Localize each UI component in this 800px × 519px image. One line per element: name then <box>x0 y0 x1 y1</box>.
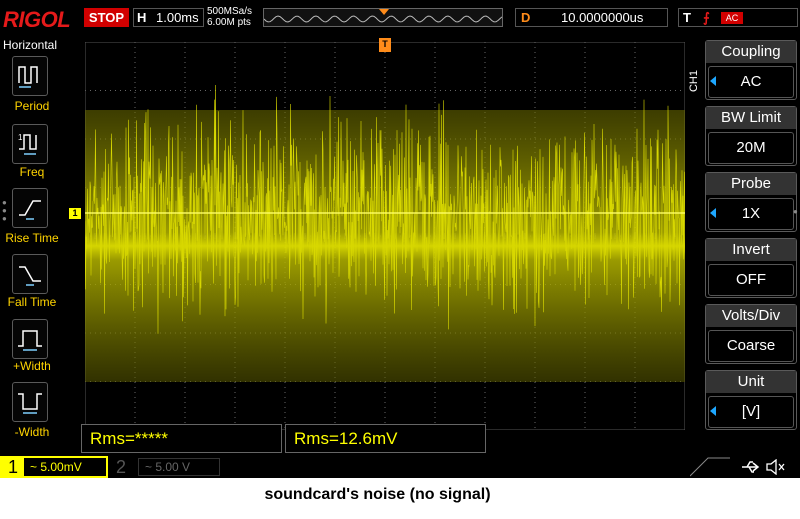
negative-width-icon <box>18 393 42 414</box>
probe-title: Probe <box>706 173 796 195</box>
coupling-menu[interactable]: Coupling AC <box>705 40 797 100</box>
rise-time-icon <box>19 200 41 220</box>
coupling-title: Coupling <box>706 41 796 63</box>
timebase-display[interactable]: H 1.00ms <box>133 8 204 27</box>
trigger-coupling-badge: AC <box>721 12 743 24</box>
delay-label: D <box>521 10 531 25</box>
measurement-rms-2[interactable]: Rms=12.6mV <box>285 424 486 453</box>
ch1-scale: ~ 5.00mV <box>24 458 106 476</box>
memory-depth: 6.00M pts <box>207 17 251 28</box>
period-icon <box>18 66 38 88</box>
speaker-icon[interactable] <box>765 459 787 475</box>
horizontal-measure-menu: Horizontal Period 1 Freq Rise Time Fall … <box>0 36 60 456</box>
sample-rate: 500MSa/s <box>207 6 253 17</box>
invert-title: Invert <box>706 239 796 261</box>
waveform-grid <box>85 42 685 430</box>
horizontal-label: H <box>137 10 147 25</box>
svg-text:1: 1 <box>18 133 23 142</box>
memory-waveform-preview <box>264 9 502 23</box>
unit-arrow-icon <box>710 406 716 416</box>
ch1-offset-marker[interactable]: 1 <box>69 208 81 219</box>
memory-overview-bar <box>263 8 503 27</box>
trigger-display[interactable]: T ⨍ AC <box>678 8 798 27</box>
coupling-value: AC <box>708 66 794 98</box>
invert-value: OFF <box>708 264 794 296</box>
negative-width-button[interactable] <box>12 382 48 422</box>
fall-time-button[interactable] <box>12 254 48 294</box>
rise-time-button[interactable] <box>12 188 48 228</box>
brand-logo: RIGOL <box>3 7 71 32</box>
volts-div-title: Volts/Div <box>706 305 796 327</box>
left-scroll-indicator: ● ● ● <box>2 198 7 223</box>
positive-width-icon <box>18 330 42 351</box>
volts-div-value: Coarse <box>708 330 794 362</box>
timebase-value: 1.00ms <box>156 10 199 25</box>
period-label: Period <box>14 99 50 113</box>
freq-label: Freq <box>19 165 45 179</box>
positive-width-button[interactable] <box>12 319 48 359</box>
bw-limit-menu[interactable]: BW Limit 20M <box>705 106 797 166</box>
fall-time-icon <box>19 266 41 286</box>
probe-value: 1X <box>708 198 794 230</box>
oscilloscope-screen: RIGOL STOP H 1.00ms 500MSa/s 6.00M pts D… <box>0 0 800 478</box>
trigger-position-marker[interactable]: T <box>379 38 391 52</box>
rising-edge-icon: ⨍ <box>703 10 710 25</box>
right-scroll-indicator: ● <box>793 207 798 216</box>
frequency-icon: 1 <box>18 133 37 155</box>
ch1-number: 1 <box>2 456 24 478</box>
bw-limit-title: BW Limit <box>706 107 796 129</box>
acquisition-info: 500MSa/s 6.00M pts <box>207 6 252 28</box>
figure-caption: soundcard's noise (no signal) <box>264 486 491 503</box>
positive-width-label: +Width <box>13 359 51 373</box>
ch2-status[interactable]: 2 ~ 5.00 V <box>112 456 222 478</box>
trigger-label: T <box>683 10 691 25</box>
invert-menu[interactable]: Invert OFF <box>705 238 797 298</box>
period-button[interactable] <box>12 56 48 96</box>
menu-title: Horizontal <box>2 38 58 52</box>
probe-arrow-icon <box>710 208 716 218</box>
delay-display[interactable]: D 10.0000000us <box>515 8 668 27</box>
rise-time-label: Rise Time <box>5 231 59 245</box>
coupling-arrow-icon <box>710 76 716 86</box>
volts-div-menu[interactable]: Volts/Div Coarse <box>705 304 797 364</box>
probe-menu[interactable]: Probe 1X <box>705 172 797 232</box>
delay-value: 10.0000000us <box>561 10 644 25</box>
usb-icon <box>742 461 760 473</box>
unit-menu[interactable]: Unit [V] <box>705 370 797 430</box>
channel-menu-tag: CH1 <box>688 70 700 93</box>
measurement-rms-1[interactable]: Rms=***** <box>81 424 282 453</box>
ch2-number: 2 <box>116 457 127 477</box>
channel-status-bar: 1 ~ 5.00mV 2 ~ 5.00 V <box>0 456 800 478</box>
ch2-scale: ~ 5.00 V <box>138 458 220 476</box>
run-stop-status[interactable]: STOP <box>84 8 129 27</box>
ch1-status[interactable]: 1 ~ 5.00mV <box>0 456 108 478</box>
unit-value: [V] <box>708 396 794 428</box>
status-bar-divider <box>690 457 730 477</box>
negative-width-label: -Width <box>14 425 50 439</box>
unit-title: Unit <box>706 371 796 393</box>
bw-limit-value: 20M <box>708 132 794 164</box>
freq-button[interactable]: 1 <box>12 124 48 164</box>
fall-time-label: Fall Time <box>7 295 57 309</box>
